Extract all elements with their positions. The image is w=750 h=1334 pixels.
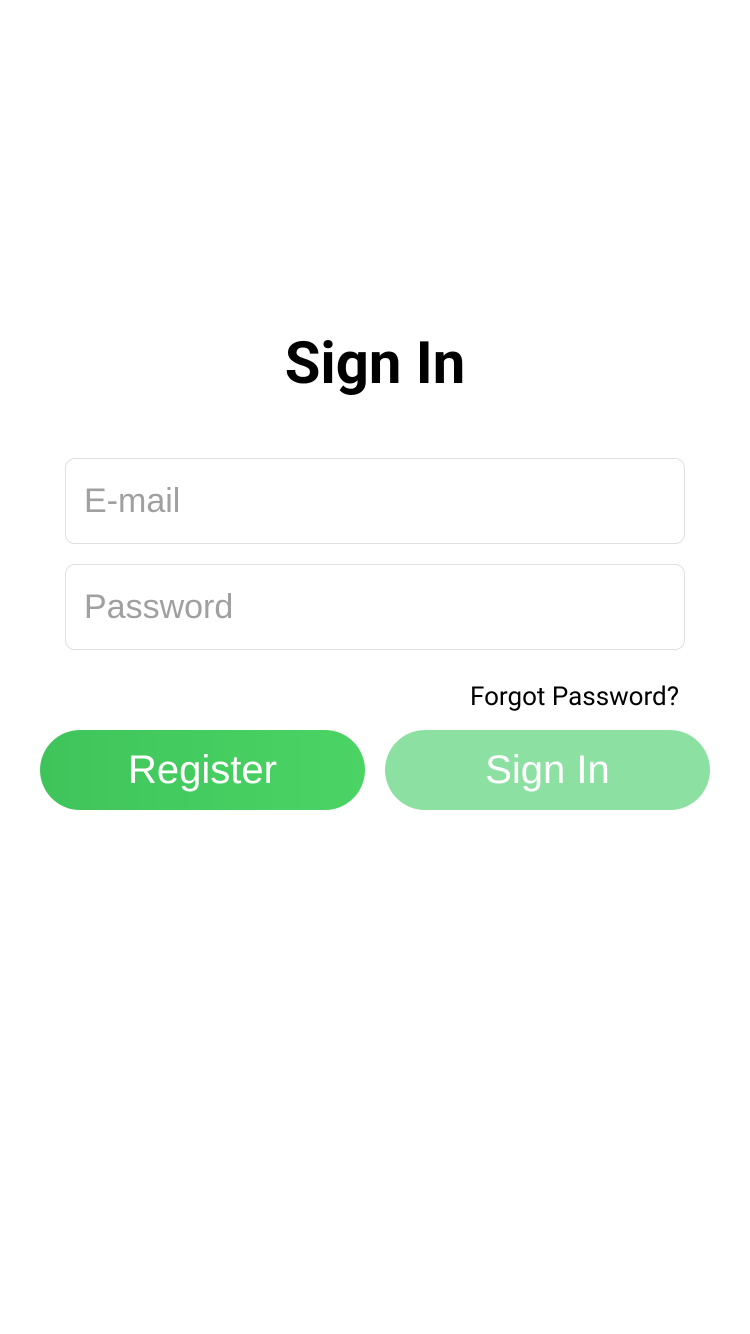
page-title: Sign In <box>285 330 466 398</box>
password-field[interactable] <box>65 564 685 650</box>
register-button[interactable]: Register <box>40 730 365 810</box>
button-row: Register Sign In <box>40 730 710 810</box>
signin-button[interactable]: Sign In <box>385 730 710 810</box>
forgot-password-link[interactable]: Forgot Password? <box>65 682 685 712</box>
signin-form: Forgot Password? <box>65 458 685 730</box>
email-field[interactable] <box>65 458 685 544</box>
